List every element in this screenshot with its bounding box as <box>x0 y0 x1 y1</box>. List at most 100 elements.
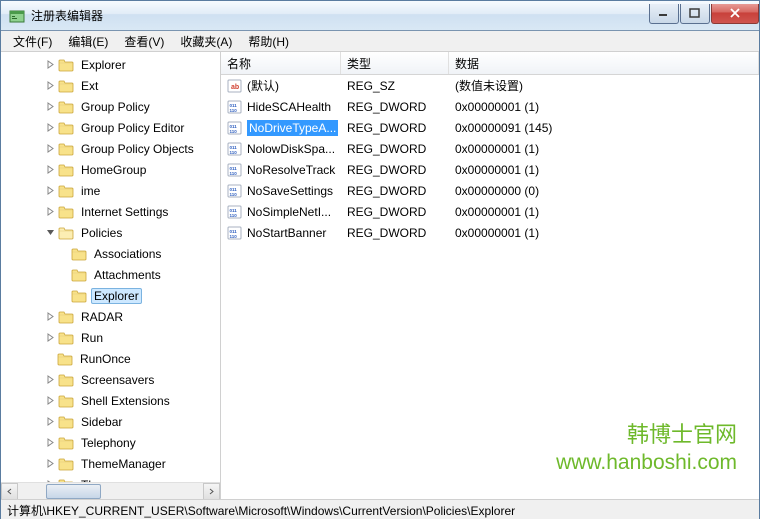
tree-item[interactable]: Sidebar <box>1 411 220 432</box>
expand-icon[interactable] <box>43 457 57 471</box>
tree-item[interactable]: Group Policy Editor <box>1 117 220 138</box>
menu-edit[interactable]: 编辑(E) <box>60 31 116 52</box>
scroll-right-button[interactable] <box>203 483 220 500</box>
cell-type: REG_DWORD <box>341 205 449 219</box>
header-data[interactable]: 数据 <box>449 52 759 74</box>
tree-item[interactable]: Attachments <box>1 264 220 285</box>
tree-item[interactable]: Group Policy Objects <box>1 138 220 159</box>
expand-icon[interactable] <box>43 79 57 93</box>
content-area: Explorer Ext Group Policy Group Policy E… <box>1 52 759 499</box>
menu-file[interactable]: 文件(F) <box>5 31 60 52</box>
tree-item[interactable]: Ext <box>1 75 220 96</box>
list-row[interactable]: 011 110 NoSaveSettings REG_DWORD 0x00000… <box>221 180 759 201</box>
tree-item-label: Attachments <box>91 267 164 283</box>
regedit-app-icon <box>9 8 25 24</box>
tree-item-label: Ext <box>78 78 101 94</box>
tree-item[interactable]: ime <box>1 180 220 201</box>
minimize-icon <box>658 8 670 18</box>
tree-item[interactable]: Themes <box>1 474 220 482</box>
list-row[interactable]: 011 110 NolowDiskSpa... REG_DWORD 0x0000… <box>221 138 759 159</box>
tree-item-label: Shell Extensions <box>78 393 173 409</box>
list-row[interactable]: 011 110 HideSCAHealth REG_DWORD 0x000000… <box>221 96 759 117</box>
tree-item[interactable]: RunOnce <box>1 348 220 369</box>
close-button[interactable] <box>711 4 759 24</box>
cell-name: 011 110 NoStartBanner <box>221 225 341 241</box>
expand-icon[interactable] <box>43 310 57 324</box>
watermark: 韩博士官网 www.hanboshi.com <box>556 417 737 475</box>
svg-text:110: 110 <box>230 171 238 176</box>
list-row[interactable]: 011 110 NoDriveTypeA... REG_DWORD 0x0000… <box>221 117 759 138</box>
tree-item-label: Screensavers <box>78 372 157 388</box>
folder-icon <box>58 226 74 240</box>
expand-icon[interactable] <box>43 436 57 450</box>
svg-text:110: 110 <box>230 234 238 239</box>
maximize-button[interactable] <box>680 4 710 24</box>
tree-item-label: Run <box>78 330 106 346</box>
expand-icon[interactable] <box>43 205 57 219</box>
values-list[interactable]: ab (默认) REG_SZ (数值未设置) 011 110 HideSCAHe… <box>221 75 759 243</box>
tree-item[interactable]: ThemeManager <box>1 453 220 474</box>
reg-dword-icon: 011 110 <box>227 120 243 136</box>
tree-item[interactable]: Internet Settings <box>1 201 220 222</box>
tree-horizontal-scrollbar[interactable] <box>1 482 220 499</box>
tree-item[interactable]: Policies <box>1 222 220 243</box>
expand-icon[interactable] <box>43 373 57 387</box>
reg-sz-icon: ab <box>227 78 243 94</box>
folder-icon <box>71 247 87 261</box>
statusbar: 计算机\HKEY_CURRENT_USER\Software\Microsoft… <box>1 499 759 519</box>
folder-icon <box>58 163 74 177</box>
header-name[interactable]: 名称 <box>221 52 341 74</box>
expand-icon[interactable] <box>43 163 57 177</box>
list-row[interactable]: 011 110 NoResolveTrack REG_DWORD 0x00000… <box>221 159 759 180</box>
menu-help[interactable]: 帮助(H) <box>240 31 297 52</box>
list-row[interactable]: 011 110 NoSimpleNetI... REG_DWORD 0x0000… <box>221 201 759 222</box>
folder-icon <box>71 289 87 303</box>
expand-icon[interactable] <box>43 394 57 408</box>
scroll-left-button[interactable] <box>1 483 18 500</box>
scroll-thumb[interactable] <box>46 484 101 499</box>
cell-name: 011 110 NoDriveTypeA... <box>221 120 341 136</box>
cell-type: REG_SZ <box>341 79 449 93</box>
tree-item[interactable]: Associations <box>1 243 220 264</box>
tree-item[interactable]: Screensavers <box>1 369 220 390</box>
expand-icon[interactable] <box>43 184 57 198</box>
expand-icon[interactable] <box>43 142 57 156</box>
tree-item[interactable]: Explorer <box>1 54 220 75</box>
svg-text:110: 110 <box>230 108 238 113</box>
cell-name: 011 110 NoResolveTrack <box>221 162 341 178</box>
scroll-track[interactable] <box>18 483 203 500</box>
svg-text:110: 110 <box>230 213 238 218</box>
svg-text:110: 110 <box>230 192 238 197</box>
expand-icon[interactable] <box>43 121 57 135</box>
tree-item[interactable]: RADAR <box>1 306 220 327</box>
expand-icon[interactable] <box>43 100 57 114</box>
tree-item[interactable]: Explorer <box>1 285 220 306</box>
tree-item[interactable]: Telephony <box>1 432 220 453</box>
list-row[interactable]: 011 110 NoStartBanner REG_DWORD 0x000000… <box>221 222 759 243</box>
tree-item-label: Associations <box>91 246 164 262</box>
cell-name: ab (默认) <box>221 77 341 94</box>
tree-item[interactable]: Run <box>1 327 220 348</box>
folder-icon <box>58 436 74 450</box>
tree-item[interactable]: HomeGroup <box>1 159 220 180</box>
expand-icon[interactable] <box>43 331 57 345</box>
cell-data: 0x00000001 (1) <box>449 100 759 114</box>
registry-tree[interactable]: Explorer Ext Group Policy Group Policy E… <box>1 52 220 482</box>
statusbar-path: 计算机\HKEY_CURRENT_USER\Software\Microsoft… <box>7 504 515 518</box>
cell-type: REG_DWORD <box>341 142 449 156</box>
minimize-button[interactable] <box>649 4 679 24</box>
reg-dword-icon: 011 110 <box>227 225 243 241</box>
tree-item-label: Group Policy Objects <box>78 141 197 157</box>
header-type[interactable]: 类型 <box>341 52 449 74</box>
collapse-icon[interactable] <box>43 226 57 240</box>
cell-data: 0x00000001 (1) <box>449 142 759 156</box>
menu-view[interactable]: 查看(V) <box>116 31 172 52</box>
tree-item[interactable]: Shell Extensions <box>1 390 220 411</box>
expand-icon[interactable] <box>43 58 57 72</box>
list-row[interactable]: ab (默认) REG_SZ (数值未设置) <box>221 75 759 96</box>
svg-text:110: 110 <box>230 150 238 155</box>
menu-favorites[interactable]: 收藏夹(A) <box>172 31 240 52</box>
expand-icon[interactable] <box>43 415 57 429</box>
tree-item[interactable]: Group Policy <box>1 96 220 117</box>
cell-type: REG_DWORD <box>341 121 449 135</box>
